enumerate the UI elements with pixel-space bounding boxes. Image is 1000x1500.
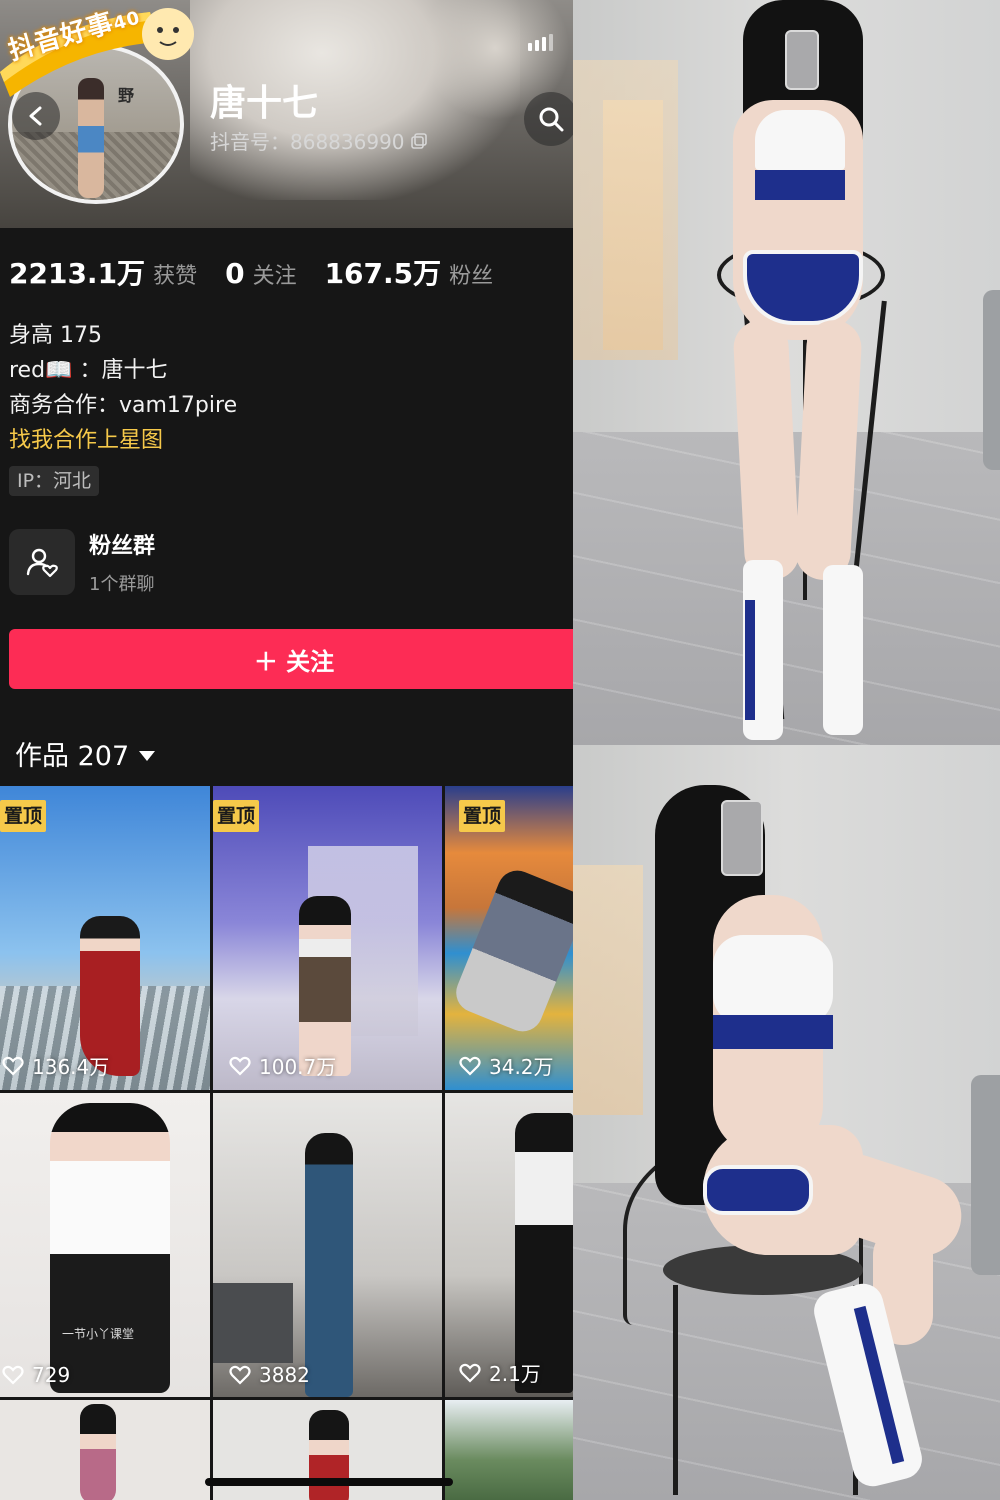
profile-uid[interactable]: 抖音号：868836990 — [210, 126, 427, 155]
work-likes-count: 34.2万 — [489, 1055, 554, 1079]
search-icon — [539, 107, 564, 132]
stat-likes-count: 2213.1万 — [9, 257, 146, 290]
work-caption: 一节小丫课堂 — [62, 1327, 135, 1341]
work-likes: 729 — [2, 1363, 70, 1387]
stat-followers[interactable]: 167.5万 粉丝 — [325, 252, 494, 292]
work-likes: 3882 — [229, 1363, 310, 1387]
work-likes: 100.7万 — [229, 1051, 336, 1080]
bio-business: 商务合作：vam17pire — [9, 393, 238, 418]
phone-in-mirror — [785, 30, 819, 90]
work-likes-count: 729 — [32, 1363, 71, 1387]
screenshot-collage: 野 抖音好事40 唐十七 抖音号：868836990 2213.1万 获赞 0 … — [0, 0, 1000, 1500]
pinned-badge: 置顶 — [459, 800, 506, 832]
work-likes-count: 100.7万 — [259, 1055, 337, 1079]
caret-down-icon — [139, 750, 156, 761]
work-tile[interactable]: 2.1万 — [445, 1093, 573, 1397]
work-likes-count: 3882 — [259, 1363, 310, 1387]
work-tile[interactable]: 3882 — [213, 1093, 442, 1397]
work-tile[interactable] — [0, 1400, 210, 1500]
pinned-badge: 置顶 — [0, 800, 47, 832]
back-icon — [29, 106, 42, 126]
stat-following-count: 0 — [225, 257, 245, 290]
profile-name: 唐十七 — [210, 83, 319, 124]
work-tile[interactable] — [445, 1400, 573, 1500]
profile-bio: 身高 175 red📖 ：唐十七 商务合作：vam17pire 找我合作上星图 — [9, 318, 237, 458]
fan-group-entry[interactable]: 粉丝群 1个群聊 — [9, 528, 155, 596]
stat-following-label: 关注 — [252, 264, 297, 289]
profile-screen: 野 抖音好事40 唐十七 抖音号：868836990 2213.1万 获赞 0 … — [0, 0, 573, 1500]
heart-icon — [2, 1056, 24, 1076]
bio-star-map-link[interactable]: 找我合作上星图 — [9, 423, 237, 458]
work-likes: 34.2万 — [459, 1051, 554, 1080]
fan-group-icon — [9, 529, 75, 595]
work-likes: 2.1万 — [459, 1358, 541, 1387]
bio-red: red📖 ：唐十七 — [9, 358, 168, 383]
stat-following[interactable]: 0 关注 — [225, 257, 297, 290]
heart-icon — [229, 1056, 251, 1076]
work-tile[interactable]: 置顶 136.4万 — [0, 786, 210, 1090]
work-likes: 136.4万 — [2, 1051, 109, 1080]
profile-stats: 2213.1万 获赞 0 关注 167.5万 粉丝 — [9, 252, 521, 292]
heart-icon — [229, 1365, 251, 1385]
follow-button[interactable]: ＋ 关注 — [9, 629, 573, 689]
fan-group-subtitle: 1个群聊 — [89, 574, 155, 595]
heart-icon — [459, 1363, 481, 1383]
uid-text: 抖音号：868836990 — [210, 130, 405, 154]
work-tile[interactable]: 一节小丫课堂 729 — [0, 1093, 210, 1397]
pinned-badge: 置顶 — [213, 800, 260, 832]
stat-followers-count: 167.5万 — [324, 257, 442, 290]
photo-bottom — [573, 745, 1000, 1500]
fan-group-title: 粉丝群 — [89, 534, 156, 559]
heart-icon — [2, 1365, 24, 1385]
back-button[interactable] — [12, 92, 60, 140]
work-likes-count: 136.4万 — [32, 1055, 110, 1079]
phone-in-mirror — [721, 800, 763, 876]
stat-followers-label: 粉丝 — [449, 264, 494, 289]
work-likes-count: 2.1万 — [489, 1362, 541, 1386]
bio-height: 身高 175 — [9, 323, 102, 348]
stat-likes-label: 获赞 — [153, 264, 198, 289]
stat-likes[interactable]: 2213.1万 获赞 — [9, 252, 197, 292]
photo-top — [573, 0, 1000, 745]
works-tab[interactable]: 作品 207 — [15, 734, 156, 773]
work-tile[interactable]: 置顶 34.2万 — [445, 786, 573, 1090]
home-indicator — [205, 1478, 453, 1486]
heart-icon — [459, 1056, 481, 1076]
ip-location-tag: IP：河北 — [9, 466, 100, 496]
copy-icon[interactable] — [410, 132, 427, 149]
works-tab-label: 作品 207 — [15, 741, 130, 772]
work-tile[interactable]: 置顶 100.7万 — [213, 786, 442, 1090]
signal-icon — [528, 34, 553, 51]
search-button[interactable] — [524, 92, 573, 146]
